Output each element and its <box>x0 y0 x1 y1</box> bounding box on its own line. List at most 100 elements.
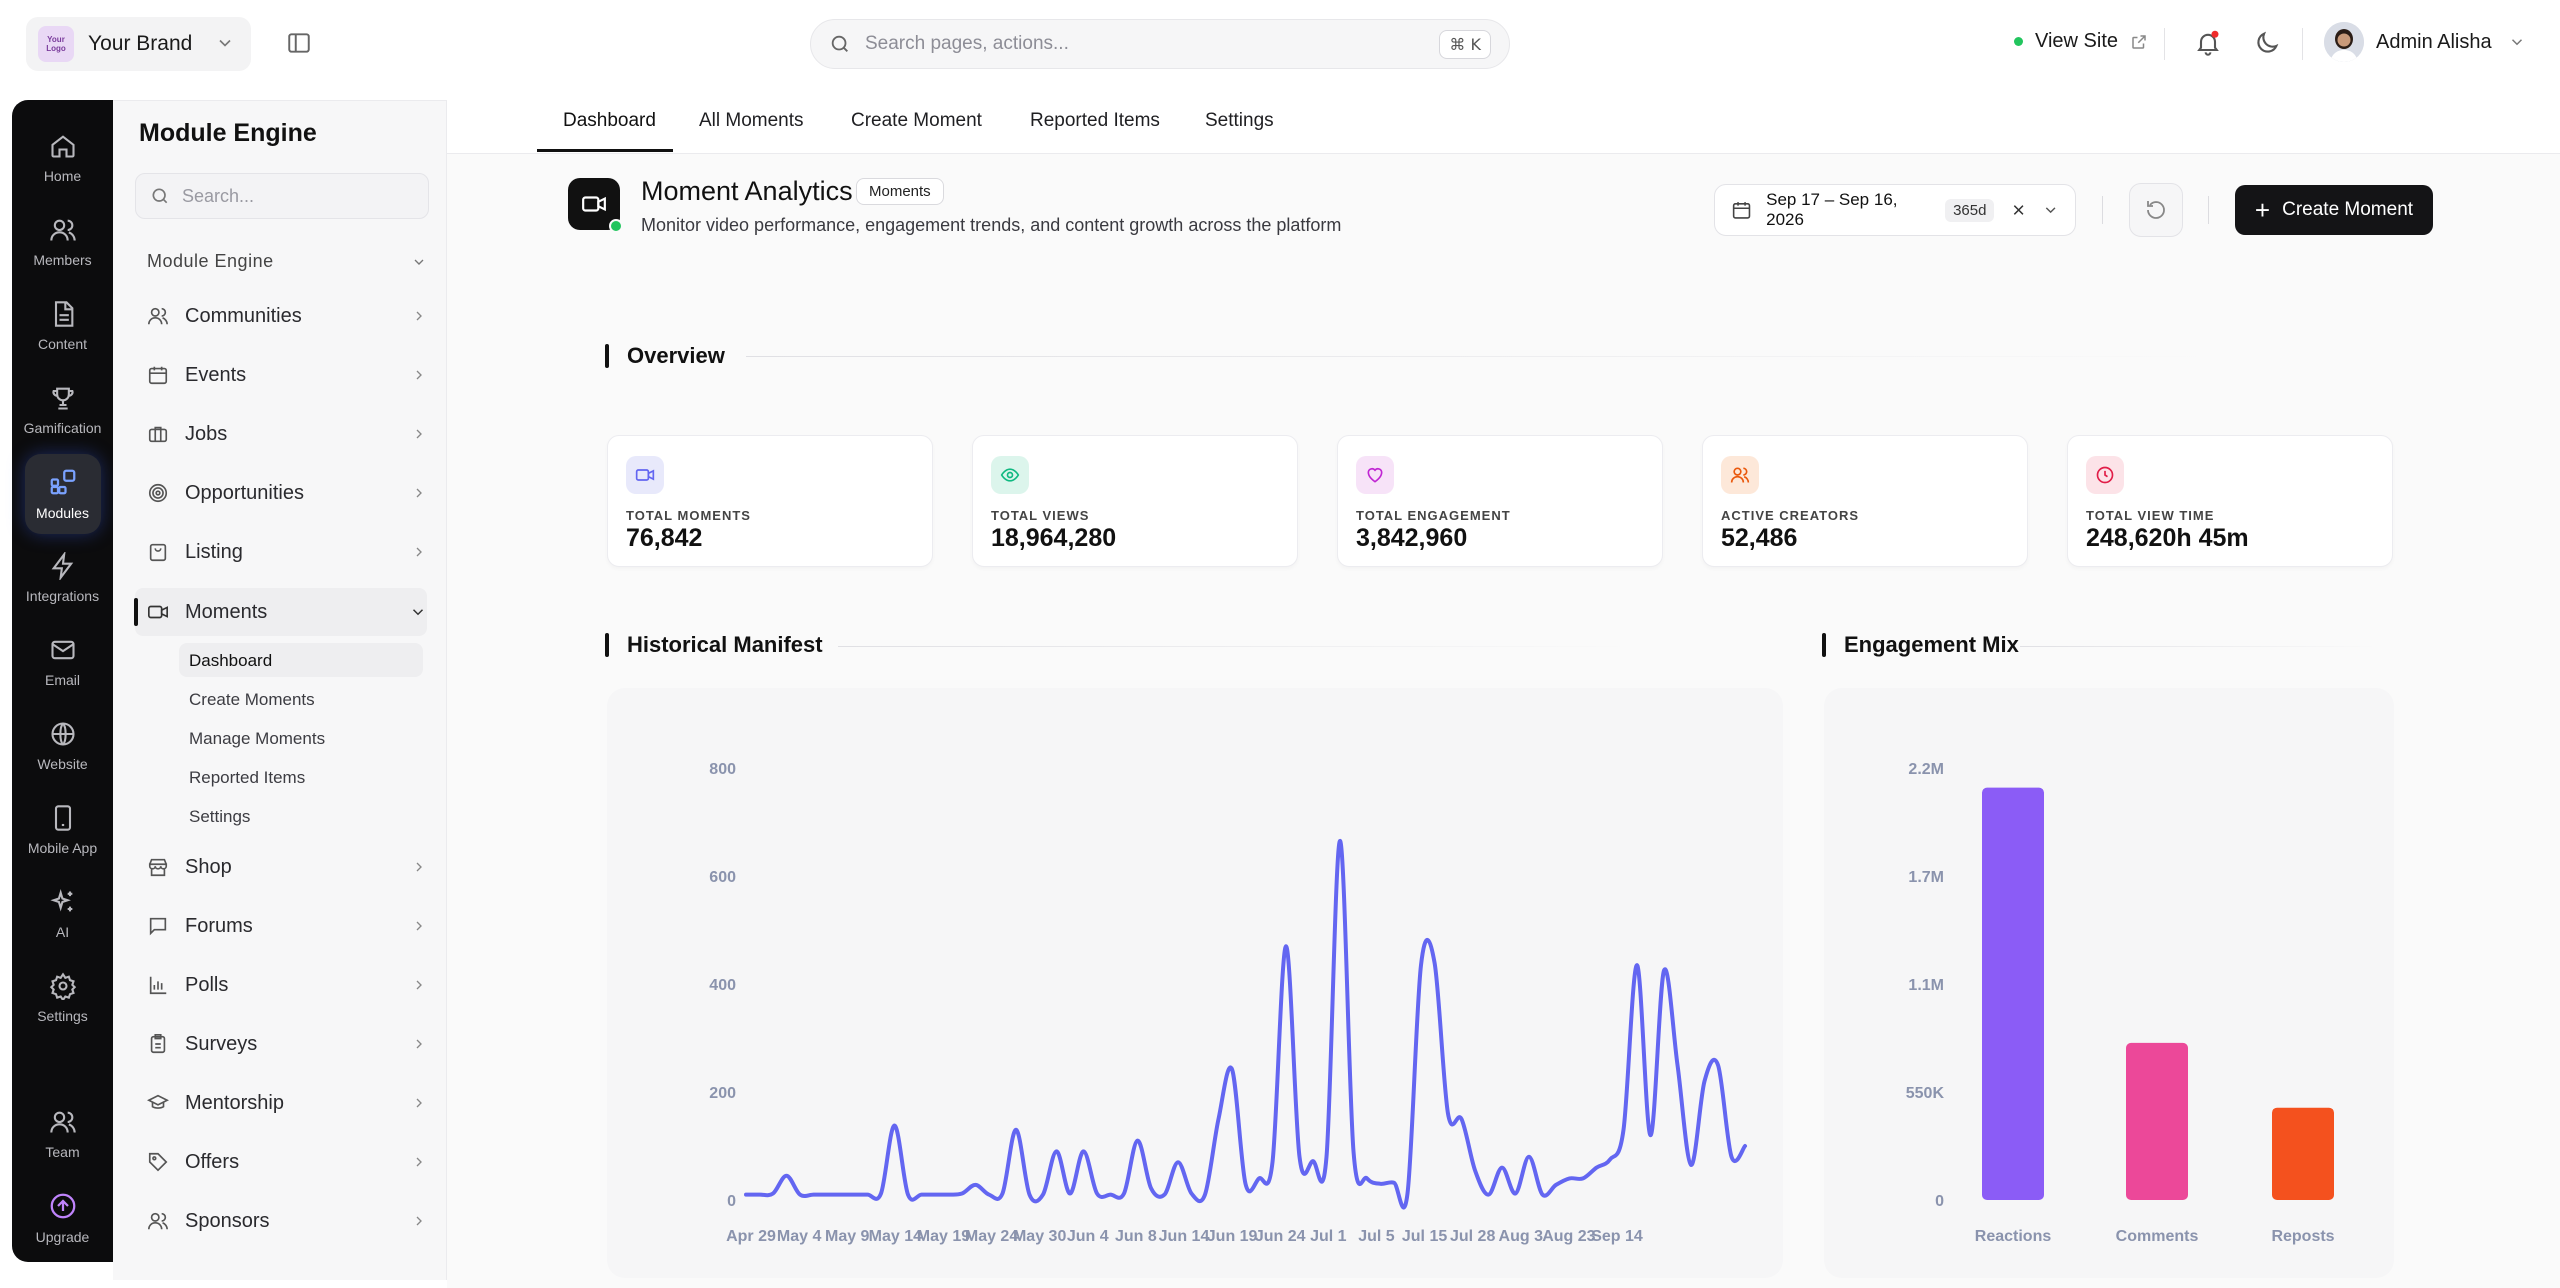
refresh-button[interactable] <box>2129 183 2183 237</box>
rail-item-website[interactable]: Website <box>12 708 113 784</box>
stat-card-total-view-time: TOTAL VIEW TIME 248,620h 45m <box>2067 435 2393 567</box>
rail-item-home[interactable]: Home <box>12 120 113 196</box>
document-icon <box>54 301 73 327</box>
rail-item-members[interactable]: Members <box>12 204 113 280</box>
rail-item-settings[interactable]: Settings <box>12 960 113 1036</box>
phone-icon <box>54 805 71 831</box>
video-icon <box>582 196 606 212</box>
moments-sub-dashboard[interactable]: Dashboard <box>179 643 423 677</box>
module-item-shop[interactable]: Shop <box>147 847 427 887</box>
section-marker <box>605 633 609 657</box>
module-item-jobs[interactable]: Jobs <box>147 414 427 454</box>
chevron-right-icon <box>416 311 422 321</box>
module-item-label: Sponsors <box>185 1209 270 1232</box>
external-link-icon <box>2132 34 2146 49</box>
rail-item-mobile-app[interactable]: Mobile App <box>12 792 113 868</box>
tab-create-moment[interactable]: Create Moment <box>851 110 982 132</box>
moments-sub-reported[interactable]: Reported Items <box>189 768 305 788</box>
x-tick-label: May 14 <box>869 1228 922 1245</box>
module-item-sponsors[interactable]: Sponsors <box>147 1201 427 1241</box>
module-group-header[interactable]: Module Engine <box>147 251 427 272</box>
rail-label: Upgrade <box>35 1229 90 1245</box>
module-item-offers[interactable]: Offers <box>147 1142 427 1182</box>
module-item-mentorship[interactable]: Mentorship <box>147 1083 427 1123</box>
moments-tabs: Dashboard All Moments Create Moment Repo… <box>447 88 2560 154</box>
users-icon <box>148 307 168 325</box>
rail-item-email[interactable]: Email <box>12 624 113 700</box>
status-dot <box>609 219 623 233</box>
view-site-link[interactable]: View Site <box>2014 30 2148 53</box>
shortcut-hint: ⌘ K <box>1439 29 1491 59</box>
global-search[interactable]: Search pages, actions... ⌘ K <box>810 19 1510 69</box>
target-icon <box>148 483 168 503</box>
section-title-engagement-mix: Engagement Mix <box>1822 632 2019 658</box>
y-tick-label: 2.2M <box>1908 761 1944 778</box>
user-menu[interactable]: Admin Alisha <box>2324 22 2526 62</box>
y-tick-label: 400 <box>709 977 736 994</box>
bar-reposts <box>2272 1107 2334 1200</box>
tab-settings[interactable]: Settings <box>1205 110 1274 132</box>
rail-item-team[interactable]: Team <box>12 1096 113 1172</box>
store-icon <box>148 858 168 877</box>
module-item-moments[interactable]: Moments <box>134 588 427 636</box>
divider <box>2164 28 2165 60</box>
rail-label: Settings <box>37 1008 88 1024</box>
tag-icon <box>148 1152 168 1172</box>
date-range-picker[interactable]: Sep 17 – Sep 16, 2026 365d <box>1714 184 2076 236</box>
stat-value: 248,620h 45m <box>2086 524 2249 552</box>
x-tick-label: Jun 19 <box>1207 1228 1258 1245</box>
module-item-events[interactable]: Events <box>147 355 427 395</box>
module-item-polls[interactable]: Polls <box>147 965 427 1005</box>
module-item-label: Forums <box>185 914 253 937</box>
section-label: Overview <box>627 343 725 368</box>
module-item-communities[interactable]: Communities <box>147 296 427 336</box>
stat-card-active-creators: ACTIVE CREATORS 52,486 <box>1702 435 2028 567</box>
rail-item-upgrade[interactable]: Upgrade <box>12 1180 113 1256</box>
x-tick-label: Reposts <box>2271 1228 2334 1245</box>
graduation-icon <box>147 1094 169 1109</box>
rail-item-modules[interactable]: Modules <box>12 454 113 534</box>
x-tick-label: Jun 8 <box>1115 1228 1157 1245</box>
stat-card-total-views: TOTAL VIEWS 18,964,280 <box>972 435 1298 567</box>
create-moment-button[interactable]: + Create Moment <box>2235 185 2433 235</box>
x-tick-label: May 4 <box>777 1228 822 1245</box>
date-range-text: Sep 17 – Sep 16, 2026 <box>1766 190 1898 229</box>
module-item-listing[interactable]: Listing <box>147 532 427 572</box>
rail-item-integrations[interactable]: Integrations <box>12 540 113 616</box>
chevron-down-icon <box>2511 39 2522 46</box>
moments-sub-create[interactable]: Create Moments <box>189 690 315 710</box>
page-title: Moment Analytics <box>641 176 853 206</box>
rail-item-content[interactable]: Content <box>12 288 113 364</box>
x-tick-label: Comments <box>2116 1228 2199 1245</box>
tab-all-moments[interactable]: All Moments <box>699 110 804 132</box>
calendar-icon <box>1732 202 1751 219</box>
moments-sub-settings[interactable]: Settings <box>189 807 250 827</box>
close-icon[interactable] <box>2010 201 2027 219</box>
module-item-surveys[interactable]: Surveys <box>147 1024 427 1064</box>
stat-value: 3,842,960 <box>1356 524 1468 552</box>
calendar-icon <box>148 366 168 385</box>
rail-item-gamification[interactable]: Gamification <box>12 372 113 448</box>
module-search-input[interactable]: Search... <box>135 173 429 219</box>
gear-icon <box>49 972 76 1000</box>
sparkles-icon <box>49 889 72 912</box>
module-panel: Module Engine Search... Module Engine Co… <box>113 100 447 1280</box>
rail-item-ai[interactable]: AI <box>12 876 113 952</box>
module-item-forums[interactable]: Forums <box>147 906 427 946</box>
moments-sub-manage[interactable]: Manage Moments <box>189 729 325 749</box>
heart-icon <box>1367 467 1383 483</box>
x-tick-label: Jun 14 <box>1159 1228 1210 1245</box>
search-icon <box>152 188 168 204</box>
notifications-button[interactable] <box>2194 29 2222 62</box>
module-item-label: Moments <box>185 600 268 623</box>
tab-dashboard[interactable]: Dashboard <box>563 110 656 132</box>
sidebar-toggle-icon[interactable] <box>286 30 312 56</box>
brand-switcher[interactable]: Your Logo Your Brand <box>26 17 251 71</box>
section-title-overview: Overview <box>605 343 725 369</box>
section-marker <box>605 344 609 368</box>
module-search-placeholder: Search... <box>182 185 255 206</box>
tab-reported-items[interactable]: Reported Items <box>1030 110 1160 132</box>
chevron-down-icon[interactable] <box>2042 201 2059 219</box>
module-item-opportunities[interactable]: Opportunities <box>147 473 427 513</box>
theme-toggle[interactable] <box>2253 29 2281 62</box>
